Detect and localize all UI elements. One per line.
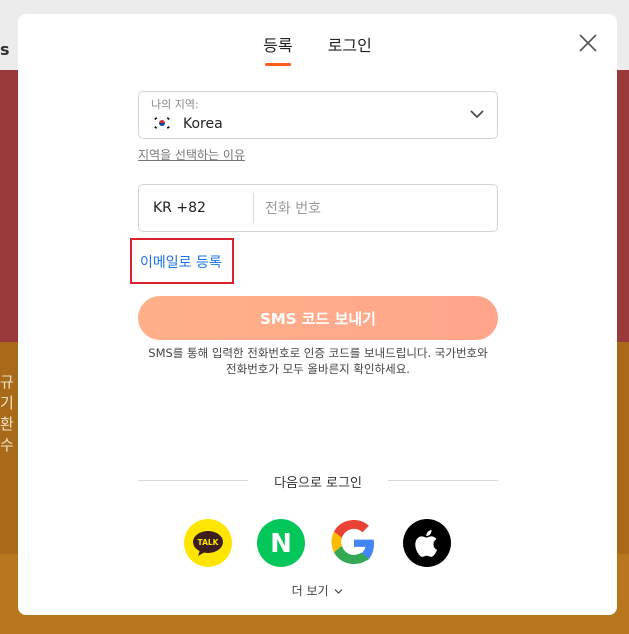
apple-login-button[interactable] (403, 519, 451, 567)
divider (253, 193, 254, 223)
email-register-link[interactable]: 이메일로 등록 (140, 252, 222, 272)
email-register-highlight: 이메일로 등록 (130, 238, 234, 284)
more-options-button[interactable]: 더 보기 (18, 582, 617, 599)
korea-flag-icon (152, 116, 172, 130)
chevron-down-icon (470, 110, 484, 119)
apple-icon (415, 530, 437, 557)
naver-label: N (270, 529, 292, 559)
google-icon (331, 520, 374, 564)
close-icon[interactable] (577, 32, 599, 54)
tab-login[interactable]: 로그인 (328, 32, 372, 66)
tab-bar: 등록 로그인 (18, 32, 617, 66)
background-partial-letter: s (0, 40, 10, 59)
phone-field: KR +82 (138, 184, 498, 232)
more-label: 더 보기 (291, 584, 329, 598)
naver-login-button[interactable]: N (257, 519, 305, 567)
naver-icon: N (270, 529, 292, 559)
send-sms-code-button[interactable]: SMS 코드 보내기 (138, 296, 498, 340)
sms-note: SMS를 통해 입력한 전화번호로 인증 코드를 보내드립니다. 국가번호와 전… (148, 346, 488, 376)
social-divider-label: 다음으로 로그인 (274, 476, 362, 491)
phone-input[interactable] (263, 193, 487, 225)
tab-register[interactable]: 등록 (263, 32, 293, 66)
background-left-text: 규 기 환 수 (0, 373, 14, 454)
region-why-link[interactable]: 지역을 선택하는 이유 (138, 146, 245, 163)
region-value: Korea (183, 116, 223, 132)
signup-modal: 등록 로그인 나의 지역: Korea 지역을 선택하는 이유 KR +82 전… (18, 14, 617, 615)
kakao-label: TALK (198, 538, 220, 547)
kakao-login-button[interactable]: TALK (184, 519, 232, 567)
country-code-select[interactable]: KR +82 (139, 185, 253, 231)
region-select[interactable]: 나의 지역: Korea (138, 91, 498, 139)
google-login-button[interactable] (330, 519, 378, 567)
chevron-down-icon (334, 589, 343, 594)
region-label: 나의 지역: (151, 98, 199, 111)
kakao-talk-icon: TALK (193, 531, 223, 556)
